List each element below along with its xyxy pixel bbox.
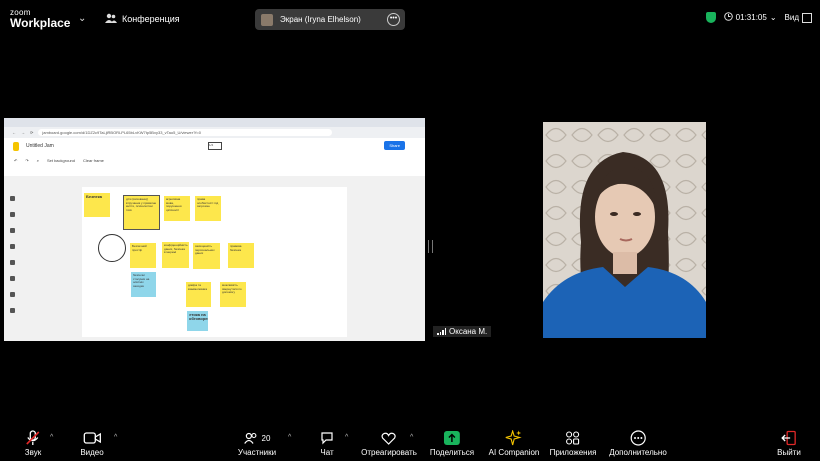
zoom-logo: zoom Workplace [10, 9, 71, 30]
mic-muted-icon [25, 430, 41, 446]
clock-icon [723, 12, 733, 23]
jamboard-logo-icon [13, 141, 19, 151]
sticky-note-icon[interactable] [10, 244, 15, 249]
redo-icon[interactable]: ↷ [25, 158, 28, 163]
browser-tabstrip [4, 118, 425, 127]
participant-video-frame [543, 122, 706, 338]
pen-icon[interactable] [10, 196, 15, 201]
grid-icon [802, 12, 812, 23]
image-icon[interactable] [10, 260, 15, 265]
participants-count: 20 [261, 433, 271, 443]
sparkle-icon [489, 430, 540, 446]
leave-button[interactable]: Выйти [777, 430, 801, 457]
chevron-down-icon[interactable]: ⌄ [78, 13, 86, 24]
presenter-avatar [261, 13, 273, 26]
heart-icon [361, 430, 417, 446]
screen-share-indicator[interactable]: Экран (Iryna Elhelson) ••• [255, 9, 405, 30]
screen-share-label: Экран (Iryna Elhelson) [280, 15, 361, 24]
ai-label: AI Companion [488, 448, 540, 457]
meeting-title-button[interactable]: Конференция [105, 13, 180, 25]
url-field[interactable]: jamboard.google.com/d/1DZ2c9TaLjiRBORLPL… [38, 129, 333, 136]
drawn-circle[interactable] [98, 234, 126, 262]
sticky-note[interactable]: Безпечний простір [130, 243, 156, 268]
participants-icon: 20 [238, 430, 276, 446]
chat-options-caret[interactable]: ^ [345, 434, 348, 441]
people-icon [105, 13, 117, 25]
sticky-note[interactable]: етика на обговоренні [187, 311, 208, 331]
signal-icon [437, 328, 446, 335]
audio-label: Звук [24, 448, 42, 457]
page-indicator[interactable]: 1/4 [208, 142, 222, 150]
doc-title[interactable]: Untitled Jam [26, 143, 54, 149]
react-label: Отреагировать [361, 448, 417, 457]
chat-icon [320, 430, 334, 446]
share-screen-button[interactable]: Поделиться [430, 430, 474, 457]
browser-url-bar: ← → ⟳ jamboard.google.com/d/1DZ2c9TaLjiRBO… [4, 127, 425, 138]
split-divider-handle[interactable] [428, 240, 433, 253]
apps-label: Приложения [549, 448, 597, 457]
meeting-toolbar: Звук ^ Видео ^ 20 Участники ^ Чат ^ Отре… [0, 423, 820, 461]
participant-video[interactable] [543, 122, 706, 338]
participant-name-tag: Оксана М. [433, 326, 492, 337]
video-label: Видео [80, 448, 104, 457]
share-label: Поделиться [429, 448, 475, 457]
more-icon [609, 430, 667, 446]
sticky-note[interactable]: права особистості під загрозою [195, 196, 221, 221]
react-button[interactable]: Отреагировать [361, 430, 417, 457]
chat-button[interactable]: Чат [320, 430, 334, 457]
select-icon[interactable] [10, 228, 15, 233]
chevron-down-icon[interactable]: ⌄ [770, 13, 777, 22]
sticky-note[interactable]: безпечні стосунки на освітніх заходах [131, 272, 156, 297]
zoom-icon[interactable]: ⌕ [37, 158, 39, 163]
ai-companion-button[interactable]: AI Companion [488, 430, 540, 457]
timer-text: 01:31:05 [735, 13, 767, 22]
sticky-note[interactable]: конфіденційність даних, безпека в мережі [162, 242, 189, 268]
set-background-button[interactable]: Set background [47, 158, 75, 163]
more-label: Дополнительно [609, 448, 667, 457]
video-options-caret[interactable]: ^ [114, 434, 117, 441]
eraser-icon[interactable] [10, 212, 15, 217]
textbox-icon[interactable] [10, 292, 15, 297]
circle-icon[interactable] [10, 276, 15, 281]
share-button[interactable]: Share [384, 141, 405, 150]
leave-label: Выйти [777, 448, 801, 457]
more-button[interactable]: Дополнительно [609, 430, 667, 457]
meeting-timer: 01:31:05 ⌄ [723, 12, 777, 23]
camera-icon [80, 430, 103, 446]
video-button[interactable]: Видео [80, 430, 104, 457]
share-arrow-icon [430, 430, 474, 446]
participants-label: Участники [237, 448, 277, 457]
participants-options-caret[interactable]: ^ [288, 434, 291, 441]
top-bar: zoom Workplace ⌄ Конференция Экран (Iryn… [0, 0, 820, 36]
audio-options-caret[interactable]: ^ [50, 434, 53, 441]
apps-button[interactable]: Приложения [549, 430, 597, 457]
apps-icon [550, 430, 597, 446]
meeting-title: Конференция [122, 14, 180, 24]
view-label: Вид [784, 13, 799, 22]
brand-line2: Workplace [10, 16, 71, 30]
drawing-tools[interactable] [10, 196, 20, 324]
ellipsis-icon[interactable]: ••• [387, 13, 400, 26]
jamboard-toolbar: ↶ ↷ ⌕ Set background Clear frame [4, 154, 425, 166]
clear-frame-button[interactable]: Clear frame [83, 158, 104, 163]
view-button[interactable]: Вид [784, 12, 812, 23]
chat-label: Чат [320, 448, 334, 457]
sticky-note[interactable]: можливість звернутися по допомогу [220, 282, 246, 307]
sticky-note[interactable]: Безпека [84, 193, 110, 217]
leave-icon [777, 430, 801, 446]
participant-name: Оксана М. [449, 327, 488, 336]
shared-screen[interactable]: ← → ⟳ jamboard.google.com/d/1DZ2c9TaLjiRBO… [4, 118, 425, 341]
participants-button[interactable]: 20 Участники [238, 430, 276, 457]
react-options-caret[interactable]: ^ [410, 434, 413, 441]
sticky-note[interactable]: довіра та взаємоповага [186, 282, 211, 307]
shield-icon[interactable] [705, 12, 716, 23]
laser-icon[interactable] [10, 308, 15, 313]
sticky-note[interactable]: агресивна мова, порушення цілісності [164, 196, 190, 221]
sticky-note[interactable]: захищеність персональних даних [193, 243, 220, 269]
sticky-note[interactable]: діти (вихованці) втручання у приватне жи… [123, 195, 160, 230]
audio-button[interactable]: Звук [25, 430, 41, 457]
sticky-note[interactable]: правова безпека [228, 243, 254, 268]
undo-icon[interactable]: ↶ [14, 158, 17, 163]
jamboard-header: Untitled Jam 1/4 Share [4, 138, 425, 154]
